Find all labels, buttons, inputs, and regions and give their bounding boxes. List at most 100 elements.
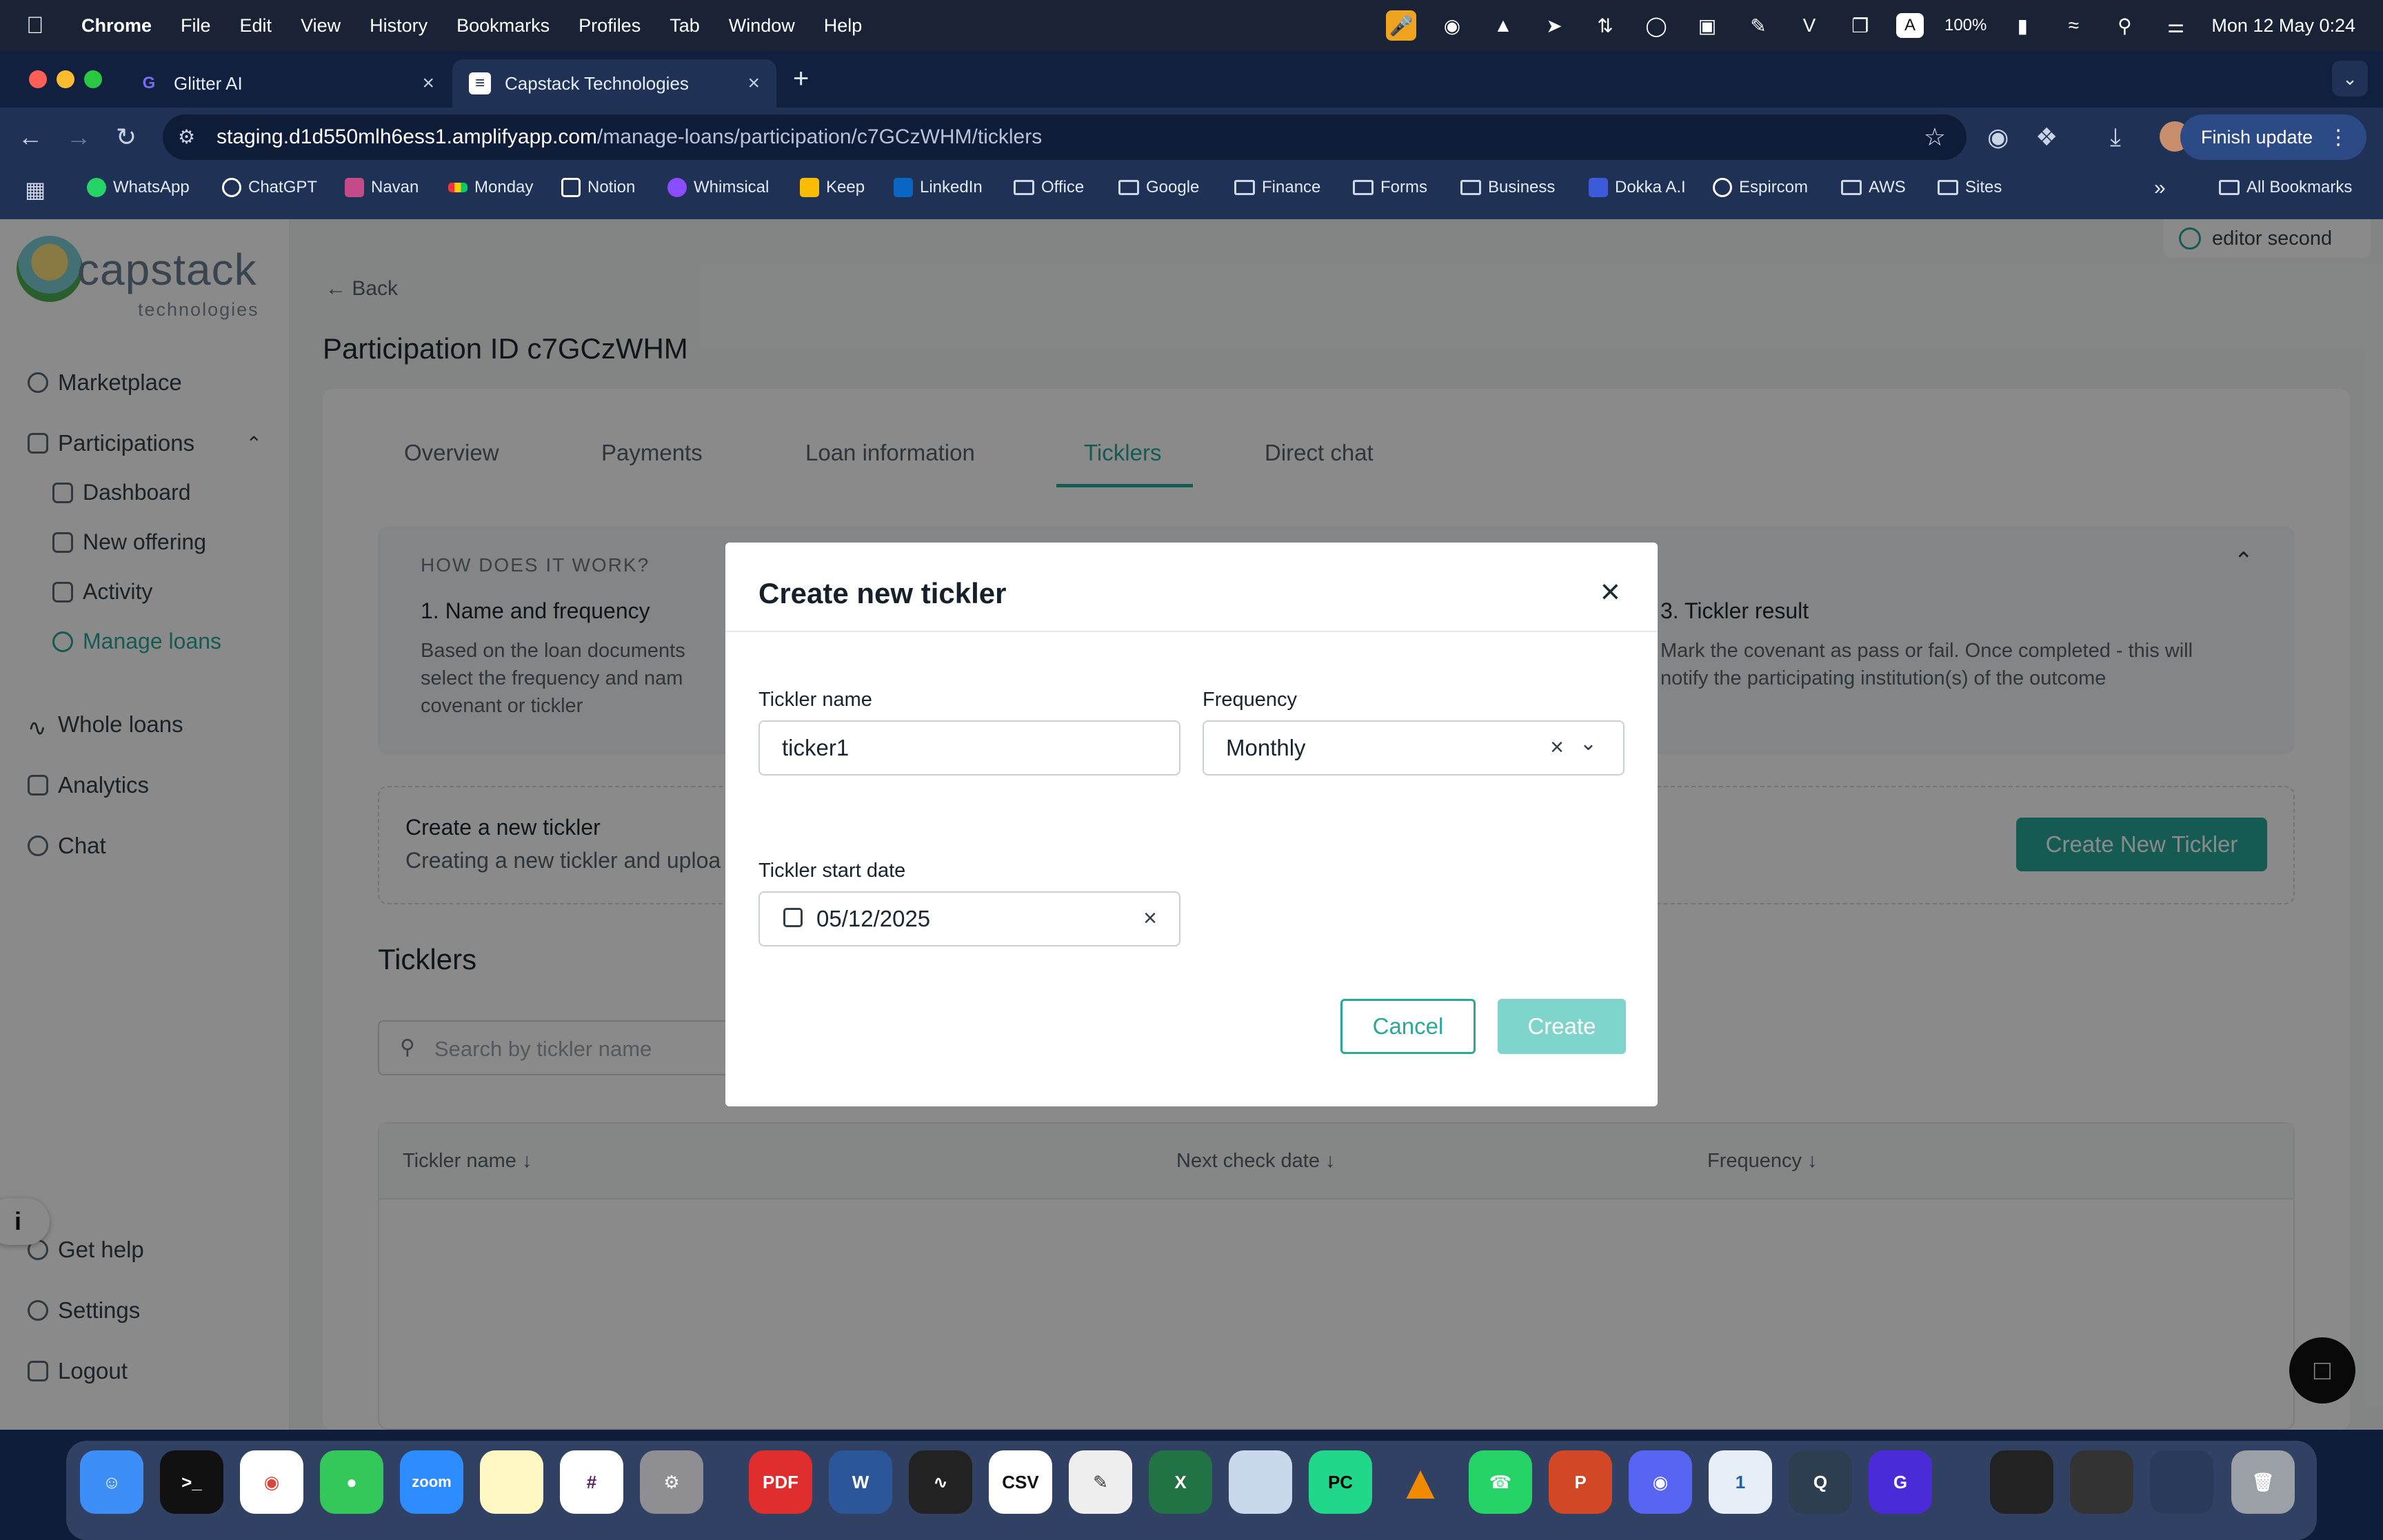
bookmark-espircom[interactable]: Espircom [1713, 178, 1808, 197]
activity-monitor-icon[interactable]: ∿ [909, 1450, 972, 1514]
v-icon[interactable]: V [1794, 10, 1824, 41]
bookmark-sites[interactable]: Sites [1938, 178, 2002, 197]
reload-icon[interactable]: ↻ [116, 123, 137, 152]
trash-icon[interactable]: 🗑 [2231, 1450, 2295, 1514]
bookmark-star-icon[interactable]: ☆ [1924, 123, 1946, 152]
toggle-icon[interactable]: ◯ [1641, 10, 1671, 41]
pycharm-icon[interactable]: PC [1309, 1450, 1372, 1514]
input-source-icon[interactable]: A [1896, 13, 1924, 38]
glitter-ai-icon[interactable]: G [1869, 1450, 1932, 1514]
create-button[interactable]: Create [1498, 999, 1626, 1054]
more-vert-icon[interactable]: ⋮ [2328, 125, 2349, 150]
back-arrow-icon[interactable]: ← [18, 123, 43, 152]
microphone-icon[interactable]: 🎤 [1385, 10, 1416, 41]
address-bar[interactable]: ⚙ staging.d1d550mlh6ess1.amplifyapp.com /… [163, 114, 1967, 160]
bookmark-navan[interactable]: Navan [345, 178, 419, 197]
clock[interactable]: Mon 12 May 0:24 [2211, 15, 2355, 37]
csv-editor-icon[interactable]: CSV [989, 1450, 1052, 1514]
excel-icon[interactable]: X [1149, 1450, 1212, 1514]
download-icon[interactable]: ⤓ [2110, 123, 2121, 152]
bookmark-aws[interactable]: AWS [1841, 178, 1906, 197]
tab-search-chevron-icon[interactable]: ⌄ [2332, 61, 2368, 97]
new-tab-button[interactable]: + [793, 63, 809, 94]
onepassword-icon[interactable]: 1 [1709, 1450, 1772, 1514]
pdf-app-icon[interactable]: PDF [749, 1450, 812, 1514]
battery-icon[interactable]: ▮ [2007, 10, 2038, 41]
close-window-button[interactable] [29, 70, 47, 88]
whatsapp-icon[interactable]: ☎ [1469, 1450, 1532, 1514]
bookmark-forms[interactable]: Forms [1353, 178, 1427, 197]
frequency-select[interactable]: Monthly × ⌄ [1203, 720, 1625, 776]
tab-glitter-ai[interactable]: G Glitter AI × [121, 59, 451, 108]
bookmark-keep[interactable]: Keep [800, 178, 865, 197]
menu-view[interactable]: View [301, 15, 341, 37]
bookmark-chatgpt[interactable]: ChatGPT [222, 178, 317, 197]
discord-icon[interactable]: ◉ [1629, 1450, 1692, 1514]
word-icon[interactable]: W [829, 1450, 892, 1514]
textedit-icon[interactable]: ✎ [1069, 1450, 1132, 1514]
menu-tab[interactable]: Tab [670, 15, 700, 37]
finder-icon[interactable]: ☺ [80, 1450, 143, 1514]
tab-capstack[interactable]: ≡ Capstack Technologies × [452, 59, 776, 108]
zoom-window-button[interactable] [84, 70, 102, 88]
window-icon[interactable]: ❐ [1845, 10, 1876, 41]
zoom-icon[interactable]: zoom [400, 1450, 463, 1514]
clear-icon[interactable]: × [1550, 734, 1564, 761]
start-date-picker[interactable]: 05/12/2025 × [758, 891, 1180, 946]
all-bookmarks[interactable]: All Bookmarks [2219, 178, 2352, 197]
menu-edit[interactable]: Edit [240, 15, 272, 37]
recent-window-icon[interactable] [2070, 1450, 2133, 1514]
cone-icon[interactable]: ▲ [1488, 10, 1518, 41]
chrome-icon[interactable]: ◉ [240, 1450, 303, 1514]
menu-app-name[interactable]: Chrome [81, 15, 152, 37]
close-tab-icon[interactable]: × [747, 72, 760, 95]
recent-window-icon[interactable] [1990, 1450, 2053, 1514]
minimize-window-button[interactable] [57, 70, 74, 88]
slack-icon[interactable]: # [560, 1450, 623, 1514]
preview-icon[interactable] [1229, 1450, 1292, 1514]
close-icon[interactable]: × [1600, 571, 1620, 611]
clear-date-icon[interactable]: × [1143, 905, 1157, 932]
cancel-button[interactable]: Cancel [1340, 999, 1476, 1054]
tickler-name-input[interactable]: ticker1 [758, 720, 1180, 776]
feather-icon[interactable]: ➤ [1539, 10, 1569, 41]
menu-profiles[interactable]: Profiles [579, 15, 641, 37]
close-tab-icon[interactable]: × [422, 72, 434, 95]
status-icon[interactable]: ◉ [1437, 10, 1467, 41]
bookmark-dokka[interactable]: Dokka A.I [1589, 178, 1686, 197]
messages-icon[interactable]: ● [320, 1450, 383, 1514]
recent-window-icon[interactable] [2150, 1450, 2213, 1514]
bookmark-whatsapp[interactable]: WhatsApp [87, 178, 190, 197]
notes-icon[interactable] [480, 1450, 543, 1514]
search-icon[interactable]: ⚲ [2109, 10, 2140, 41]
more-bookmarks-chevron-icon[interactable]: » [2154, 176, 2166, 200]
wifi-icon[interactable]: ≈ [2058, 10, 2089, 41]
chevron-down-icon[interactable]: ⌄ [1580, 731, 1597, 756]
pen-icon[interactable]: ✎ [1743, 10, 1773, 41]
terminal-icon[interactable]: >_ [160, 1450, 223, 1514]
forward-arrow-icon[interactable]: → [66, 123, 91, 152]
finish-update-button[interactable]: Finish update ⋮ [2180, 114, 2366, 160]
menu-file[interactable]: File [181, 15, 211, 37]
vlc-icon[interactable]: ▲ [1389, 1450, 1452, 1514]
menu-window[interactable]: Window [729, 15, 795, 37]
control-center-icon[interactable]: ⚌ [2160, 10, 2191, 41]
bookmark-linkedin[interactable]: LinkedIn [894, 178, 983, 197]
system-settings-icon[interactable]: ⚙ [640, 1450, 703, 1514]
bookmark-business[interactable]: Business [1460, 178, 1555, 197]
bookmark-notion[interactable]: Notion [561, 178, 635, 197]
bookmark-whimsical[interactable]: Whimsical [667, 178, 769, 197]
menu-help[interactable]: Help [824, 15, 863, 37]
screen-icon[interactable]: ▣ [1692, 10, 1722, 41]
sync-icon[interactable]: ⇅ [1590, 10, 1620, 41]
apps-grid-icon[interactable]: ▦ [25, 176, 46, 203]
quicktime-icon[interactable]: Q [1789, 1450, 1852, 1514]
bookmark-monday[interactable]: Monday [448, 178, 533, 197]
site-settings-icon[interactable]: ⚙ [178, 125, 195, 148]
bookmark-finance[interactable]: Finance [1234, 178, 1320, 197]
apple-icon[interactable]:  [26, 12, 54, 39]
powerpoint-icon[interactable]: P [1549, 1450, 1612, 1514]
puzzle-icon[interactable]: ❖ [2035, 123, 2058, 152]
menu-history[interactable]: History [370, 15, 428, 37]
extension-icon[interactable]: ◉ [1987, 123, 2009, 152]
